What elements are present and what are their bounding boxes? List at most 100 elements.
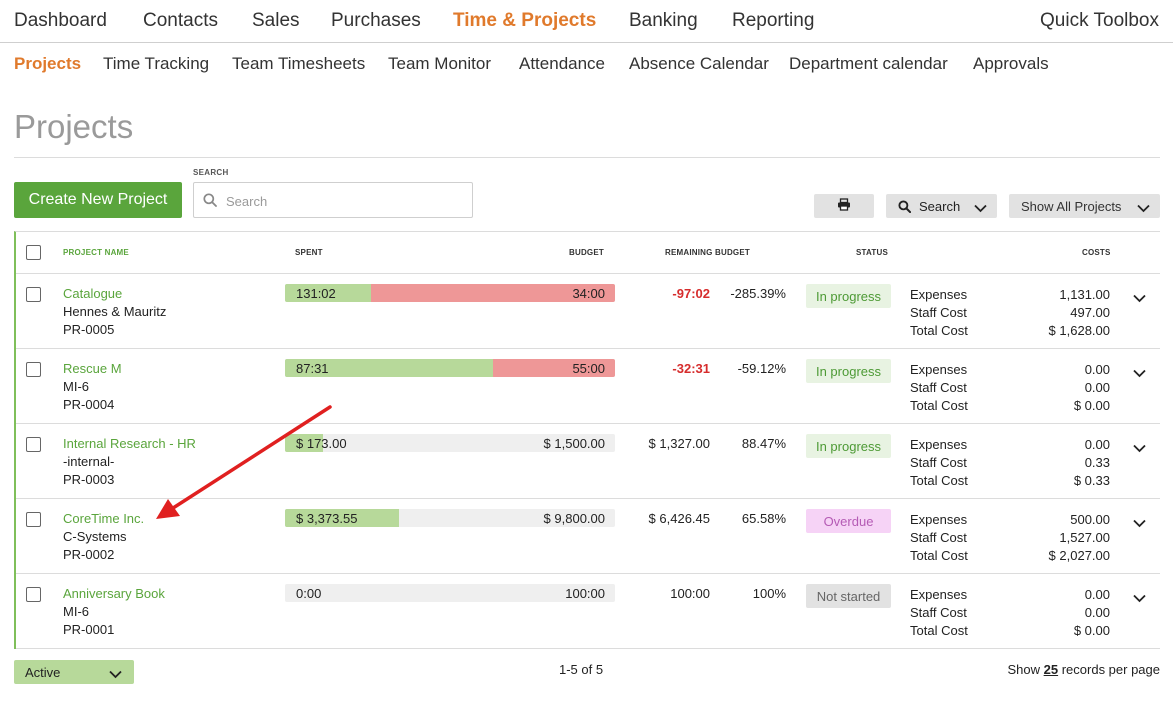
staff-cost-label: Staff Cost — [910, 380, 967, 395]
print-button[interactable] — [814, 194, 874, 218]
total-cost-value: $ 0.00 — [1073, 398, 1110, 413]
remaining-percent: -59.12% — [737, 361, 786, 376]
spent-budget-bar: $ 173.00 $ 1,500.00 — [285, 434, 615, 452]
per-page-prefix: Show — [1007, 662, 1040, 677]
project-name-link[interactable]: Rescue M — [63, 361, 122, 376]
staff-cost-label: Staff Cost — [910, 305, 967, 320]
table-row: Anniversary Book MI-6 PR-0001 0:00 100:00 100… — [16, 574, 1160, 649]
subnav-team-monitor[interactable]: Team Monitor — [388, 54, 491, 74]
nav-time-projects[interactable]: Time & Projects — [453, 10, 596, 32]
subnav-approvals[interactable]: Approvals — [973, 54, 1049, 74]
row-checkbox[interactable] — [26, 287, 41, 302]
show-all-projects-dropdown[interactable]: Show All Projects — [1009, 194, 1160, 218]
total-cost-value: $ 1,628.00 — [1048, 323, 1110, 338]
spent-budget-bar: 131:02 34:00 — [285, 284, 615, 302]
project-name-link[interactable]: Internal Research - HR — [63, 436, 196, 451]
per-page-count-link[interactable]: 25 — [1044, 662, 1058, 677]
row-checkbox[interactable] — [26, 362, 41, 377]
project-name-link[interactable]: Anniversary Book — [63, 586, 165, 601]
project-code: PR-0003 — [63, 472, 115, 487]
cost-values: 0.00 0.00 $ 0.00 — [1074, 361, 1110, 415]
expenses-label: Expenses — [910, 512, 968, 527]
spent-budget-bar: 0:00 100:00 — [285, 584, 615, 602]
chevron-down-icon[interactable] — [1133, 515, 1146, 533]
header-budget[interactable]: BUDGET — [569, 248, 604, 257]
nav-contacts[interactable]: Contacts — [143, 10, 218, 32]
table-row: CoreTime Inc. C-Systems PR-0002 $ 3,373.55 $… — [16, 499, 1160, 574]
header-project-name[interactable]: PROJECT NAME — [63, 248, 129, 257]
search-dropdown-button[interactable]: Search — [886, 194, 997, 218]
project-client: MI-6 — [63, 379, 89, 394]
remaining-budget-value: -97:02 — [672, 286, 710, 301]
nav-banking[interactable]: Banking — [629, 10, 698, 32]
projects-table: PROJECT NAME SPENT BUDGET REMAINING BUDG… — [14, 231, 1160, 649]
search-box — [193, 182, 473, 218]
cost-values: 0.00 0.00 $ 0.00 — [1074, 586, 1110, 640]
staff-cost-value: 0.00 — [1084, 605, 1110, 620]
subnav-team-timesheets[interactable]: Team Timesheets — [232, 54, 365, 74]
row-checkbox[interactable] — [26, 512, 41, 527]
project-name-link[interactable]: CoreTime Inc. — [63, 511, 144, 526]
budget-value: 34:00 — [572, 286, 605, 301]
select-all-checkbox[interactable] — [26, 245, 41, 260]
nav-purchases[interactable]: Purchases — [331, 10, 421, 32]
subnav-projects[interactable]: Projects — [14, 54, 81, 74]
subnav-time-tracking[interactable]: Time Tracking — [103, 54, 209, 74]
row-checkbox[interactable] — [26, 587, 41, 602]
header-remaining-budget[interactable]: REMAINING BUDGET — [665, 248, 750, 257]
chevron-down-icon[interactable] — [1133, 290, 1146, 308]
project-filter-dropdown[interactable]: Active — [14, 660, 134, 684]
expenses-value: 0.00 — [1084, 437, 1110, 452]
staff-cost-value: 497.00 — [1070, 305, 1110, 320]
staff-cost-value: 1,527.00 — [1059, 530, 1110, 545]
chevron-down-icon[interactable] — [1133, 365, 1146, 383]
expenses-label: Expenses — [910, 362, 968, 377]
chevron-down-icon — [1137, 201, 1150, 216]
project-name-link[interactable]: Catalogue — [63, 286, 122, 301]
chevron-down-icon[interactable] — [1133, 440, 1146, 458]
cost-values: 500.00 1,527.00 $ 2,027.00 — [1049, 511, 1110, 565]
nav-sales[interactable]: Sales — [252, 10, 300, 32]
search-input[interactable] — [226, 191, 466, 211]
chevron-down-icon — [109, 667, 122, 682]
subnav-absence-calendar[interactable]: Absence Calendar — [629, 54, 769, 74]
expenses-value: 500.00 — [1070, 512, 1110, 527]
cost-labels: Expenses Staff Cost Total Cost — [910, 361, 968, 415]
per-page-suffix: records per page — [1061, 662, 1160, 677]
expenses-value: 0.00 — [1084, 362, 1110, 377]
chevron-down-icon[interactable] — [1133, 590, 1146, 608]
create-new-project-button[interactable]: Create New Project — [14, 182, 182, 218]
header-spent[interactable]: SPENT — [295, 248, 323, 257]
project-client: C-Systems — [63, 529, 127, 544]
subnav-attendance[interactable]: Attendance — [519, 54, 605, 74]
project-client: Hennes & Mauritz — [63, 304, 167, 319]
staff-cost-label: Staff Cost — [910, 530, 967, 545]
expenses-label: Expenses — [910, 287, 968, 302]
header-status[interactable]: STATUS — [856, 248, 888, 257]
remaining-budget-value: $ 1,327.00 — [648, 436, 710, 451]
cost-values: 1,131.00 497.00 $ 1,628.00 — [1049, 286, 1110, 340]
budget-value: $ 9,800.00 — [543, 511, 605, 526]
title-divider — [14, 157, 1160, 158]
cost-labels: Expenses Staff Cost Total Cost — [910, 511, 968, 565]
subnav-department-calendar[interactable]: Department calendar — [789, 54, 948, 74]
nav-reporting[interactable]: Reporting — [732, 10, 814, 32]
expenses-label: Expenses — [910, 587, 968, 602]
spent-value: 0:00 — [296, 586, 322, 601]
header-costs[interactable]: COSTS — [1082, 248, 1111, 257]
project-filter-value: Active — [25, 664, 61, 680]
status-badge: In progress — [806, 434, 891, 458]
chevron-down-icon — [974, 201, 987, 216]
staff-cost-label: Staff Cost — [910, 605, 967, 620]
nav-dashboard[interactable]: Dashboard — [14, 10, 107, 32]
remaining-percent: -285.39% — [730, 286, 786, 301]
cost-labels: Expenses Staff Cost Total Cost — [910, 286, 968, 340]
project-code: PR-0002 — [63, 547, 115, 562]
search-dropdown-label: Search — [919, 198, 961, 214]
spent-value: $ 3,373.55 — [296, 511, 358, 526]
nav-quick-toolbox[interactable]: Quick Toolbox — [1040, 10, 1159, 32]
budget-value: $ 1,500.00 — [543, 436, 605, 451]
row-checkbox[interactable] — [26, 437, 41, 452]
status-badge: In progress — [806, 284, 891, 308]
remaining-percent: 88.47% — [741, 436, 786, 451]
